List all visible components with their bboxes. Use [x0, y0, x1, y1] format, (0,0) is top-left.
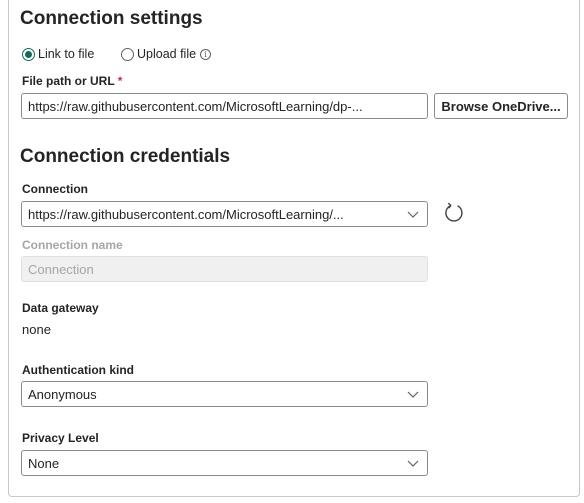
- radio-selected-indicator: [22, 47, 35, 61]
- browse-onedrive-button[interactable]: Browse OneDrive...: [434, 93, 568, 119]
- file-path-label-text: File path or URL: [22, 74, 115, 88]
- chevron-down-icon: [407, 460, 419, 467]
- file-path-input[interactable]: https://raw.githubusercontent.com/Micros…: [21, 93, 428, 119]
- refresh-icon[interactable]: [443, 202, 465, 224]
- connection-dropdown[interactable]: https://raw.githubusercontent.com/Micros…: [21, 201, 428, 227]
- auth-kind-value: Anonymous: [28, 386, 97, 402]
- info-icon[interactable]: i: [200, 48, 212, 60]
- privacy-level-dropdown[interactable]: None: [21, 450, 428, 476]
- file-path-label: File path or URL *: [22, 74, 122, 88]
- privacy-level-label: Privacy Level: [22, 431, 99, 445]
- privacy-level-value: None: [28, 455, 60, 471]
- connection-name-placeholder: Connection: [28, 261, 94, 277]
- auth-kind-dropdown[interactable]: Anonymous: [21, 381, 428, 407]
- data-gateway-value: none: [22, 322, 51, 337]
- required-indicator: *: [117, 74, 123, 88]
- radio-unselected-indicator: [121, 47, 134, 61]
- radio-upload-label: Upload file: [137, 47, 197, 61]
- connection-label: Connection: [22, 182, 88, 196]
- auth-kind-label: Authentication kind: [22, 363, 134, 377]
- radio-link-label: Link to file: [38, 47, 95, 61]
- connection-value: https://raw.githubusercontent.com/Micros…: [28, 206, 344, 222]
- connection-name-label: Connection name: [22, 238, 123, 252]
- connection-name-input: Connection: [21, 256, 428, 282]
- connection-settings-title: Connection settings: [20, 8, 203, 29]
- file-path-value: https://raw.githubusercontent.com/Micros…: [28, 98, 363, 114]
- chevron-down-icon: [407, 391, 419, 398]
- chevron-down-icon: [407, 211, 419, 218]
- radio-upload-file[interactable]: Upload file i: [121, 47, 212, 61]
- data-gateway-label: Data gateway: [22, 301, 99, 315]
- connection-credentials-title: Connection credentials: [20, 146, 231, 167]
- radio-link-to-file[interactable]: Link to file: [22, 47, 94, 61]
